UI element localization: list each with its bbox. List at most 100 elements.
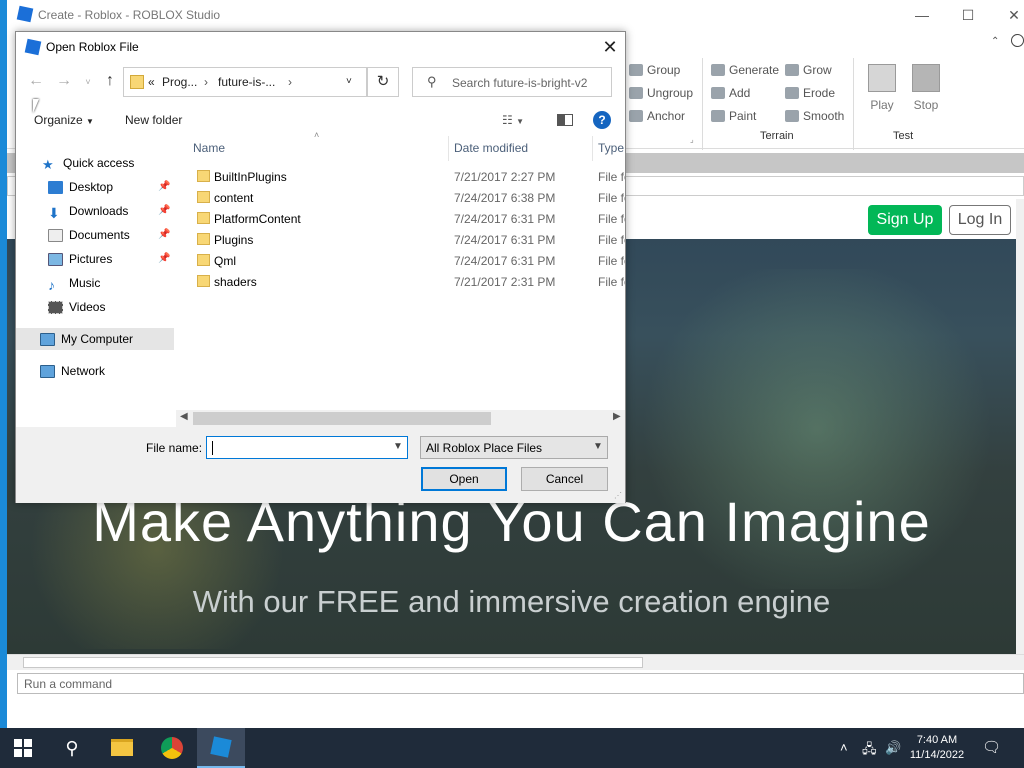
file-name-input[interactable]: ▼	[206, 436, 408, 459]
file-row[interactable]: Plugins 7/24/2017 6:31 PM File folder	[176, 229, 625, 250]
folder-icon	[197, 170, 210, 182]
address-dropdown-icon[interactable]: ˅	[346, 76, 352, 87]
address-breadcrumb[interactable]: « Prog... › future-is-... › ˅	[123, 67, 367, 97]
search-icon[interactable]: ⚲	[48, 728, 96, 768]
stop-button[interactable]: Stop	[911, 64, 941, 112]
nav-item-quick-access[interactable]: ★ Quick access	[16, 152, 174, 174]
show-hidden-icons-chevron-icon[interactable]: ˄	[840, 740, 848, 755]
nav-label: Pictures	[69, 252, 113, 266]
column-separator[interactable]	[592, 136, 593, 161]
view-options-icon[interactable]: ☷ ▼	[502, 113, 524, 127]
nav-item-network[interactable]: Network	[16, 360, 174, 382]
breadcrumb-chevron-icon[interactable]: ›	[288, 75, 292, 89]
minimize-button[interactable]: —	[912, 6, 932, 24]
maximize-button[interactable]: ☐	[958, 6, 978, 24]
file-row[interactable]: shaders 7/21/2017 2:31 PM File folder	[176, 271, 625, 292]
file-row[interactable]: BuiltInPlugins 7/21/2017 2:27 PM File fold…	[176, 166, 625, 187]
command-bar[interactable]: Run a command	[17, 673, 1024, 694]
resize-grip-icon[interactable]: ⋰	[614, 491, 622, 500]
breadcrumb-chevron-icon[interactable]: ›	[204, 75, 208, 89]
expand-group-icon[interactable]: ⌟	[690, 135, 694, 144]
nav-item-videos[interactable]: Videos	[16, 296, 174, 318]
file-list-horizontal-scrollbar[interactable]: ◀ ▶	[176, 410, 625, 427]
smooth-button[interactable]: Smooth	[785, 109, 844, 123]
file-type-filter-select[interactable]: All Roblox Place Files ▼	[420, 436, 608, 459]
file-explorer-taskbar-icon[interactable]	[98, 728, 146, 768]
ungroup-button[interactable]: Ungroup	[629, 86, 693, 100]
nav-item-desktop[interactable]: Desktop 📌	[16, 176, 174, 198]
scrollbar-thumb[interactable]	[23, 657, 643, 668]
breadcrumb-item[interactable]: future-is-...	[218, 75, 275, 89]
organize-button[interactable]: Organize ▼	[34, 113, 94, 127]
nav-item-music[interactable]: ♪ Music	[16, 272, 174, 294]
group-button[interactable]: Group	[629, 63, 680, 77]
add-terrain-button[interactable]: Add	[711, 86, 750, 100]
action-center-icon[interactable]: 🗨	[982, 738, 1001, 756]
help-icon[interactable]: ?	[593, 111, 611, 129]
nav-item-downloads[interactable]: ⬇ Downloads 📌	[16, 200, 174, 222]
dialog-close-button[interactable]: ✕	[599, 36, 621, 58]
up-arrow-icon[interactable]: ↑	[100, 72, 120, 90]
star-icon: ★	[42, 156, 54, 172]
breadcrumb-item[interactable]: Prog...	[162, 75, 197, 89]
forward-arrow-icon[interactable]: →	[54, 72, 74, 90]
pictures-icon	[48, 252, 63, 266]
chevron-down-icon[interactable]: ▼	[393, 441, 403, 452]
scroll-left-arrow-icon[interactable]: ◀	[180, 411, 188, 422]
search-input[interactable]: ⚲ Search future-is-bright-v2	[412, 67, 612, 97]
grow-button[interactable]: Grow	[785, 63, 832, 77]
pin-icon[interactable]: 📌	[158, 181, 170, 192]
pin-icon[interactable]: 📌	[158, 229, 170, 240]
mouse-cursor-icon	[33, 99, 39, 113]
start-page-horizontal-scrollbar[interactable]	[7, 654, 1024, 670]
column-header-date[interactable]: Date modified	[454, 141, 528, 155]
back-arrow-icon[interactable]: ←	[26, 72, 46, 90]
file-row[interactable]: content 7/24/2017 6:38 PM File folder	[176, 187, 625, 208]
clock-date: 11/14/2022	[909, 749, 965, 761]
refresh-button[interactable]: ↻	[367, 67, 399, 97]
log-in-button[interactable]: Log In	[949, 205, 1011, 235]
file-type: File folder	[598, 212, 625, 226]
generate-button[interactable]: Generate	[711, 63, 779, 77]
scrollbar-thumb[interactable]	[193, 412, 491, 425]
file-type: File folder	[598, 275, 625, 289]
clock-time: 7:40 AM	[916, 734, 958, 746]
nav-item-pictures[interactable]: Pictures 📌	[16, 248, 174, 270]
column-separator[interactable]	[448, 136, 449, 161]
breadcrumb-overflow[interactable]: «	[148, 75, 155, 89]
play-button[interactable]: Play	[867, 64, 897, 112]
roblox-studio-taskbar-icon[interactable]	[197, 728, 245, 768]
new-folder-button[interactable]: New folder	[125, 113, 182, 127]
file-type: File folder	[598, 233, 625, 247]
column-header-name[interactable]: Name	[193, 141, 225, 155]
column-header-type[interactable]: Type	[598, 141, 624, 155]
scroll-right-arrow-icon[interactable]: ▶	[613, 411, 621, 422]
test-group-label: Test	[893, 130, 914, 142]
recent-locations-chevron-icon[interactable]: ˅	[78, 77, 98, 87]
taskbar-clock[interactable]: 7:40 AM 11/14/2022	[906, 733, 968, 763]
erode-button[interactable]: Erode	[785, 86, 835, 100]
start-button[interactable]	[14, 739, 32, 757]
help-ribbon-icon[interactable]	[1011, 34, 1024, 47]
sign-up-button[interactable]: Sign Up	[868, 205, 942, 235]
nav-item-documents[interactable]: Documents 📌	[16, 224, 174, 246]
nav-item-my-computer[interactable]: My Computer	[16, 328, 174, 350]
anchor-button[interactable]: Anchor	[629, 109, 685, 123]
paint-button[interactable]: Paint	[711, 109, 756, 123]
group-icon	[629, 64, 643, 76]
pin-icon[interactable]: 📌	[158, 253, 170, 264]
preview-pane-icon[interactable]	[557, 114, 573, 126]
volume-icon[interactable]: 🔊	[885, 740, 901, 756]
file-row[interactable]: PlatformContent 7/24/2017 6:31 PM File fol…	[176, 208, 625, 229]
close-window-button[interactable]: ✕	[1004, 6, 1024, 24]
roblox-studio-logo-icon	[210, 736, 232, 758]
pin-icon[interactable]: 📌	[158, 205, 170, 216]
start-page-vertical-scrollbar[interactable]	[1016, 199, 1024, 654]
collapse-ribbon-icon[interactable]: ⌃	[991, 36, 999, 47]
cancel-button[interactable]: Cancel	[521, 467, 608, 491]
file-row[interactable]: Qml 7/24/2017 6:31 PM File folder	[176, 250, 625, 271]
chrome-taskbar-icon[interactable]	[148, 728, 196, 768]
open-button[interactable]: Open	[421, 467, 507, 491]
network-tray-icon[interactable]: 🖧	[862, 740, 877, 762]
open-file-dialog: Open Roblox File ✕ ← → ˅ ↑ « Prog... › f…	[15, 31, 626, 503]
